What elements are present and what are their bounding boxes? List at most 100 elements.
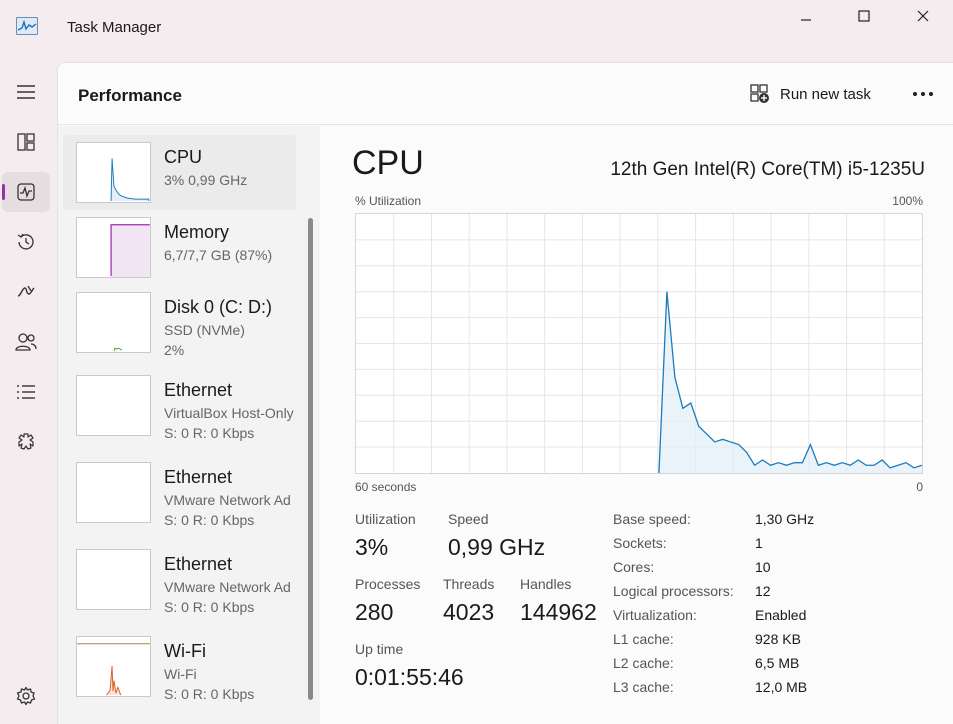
nav-app-history[interactable] (2, 222, 50, 262)
detail-title: CPU (352, 144, 424, 182)
task-manager-app-icon (16, 17, 38, 35)
page-title: Performance (78, 86, 182, 105)
nav-processes[interactable] (2, 122, 50, 162)
resource-item-memory[interactable]: Memory 6,7/7,7 GB (87%) (63, 210, 296, 285)
uptime-label: Up time (355, 641, 404, 657)
nav-performance[interactable] (2, 172, 50, 212)
processes-icon (17, 133, 35, 151)
graph-grid (356, 214, 922, 473)
handles-value: 144962 (520, 599, 597, 625)
resource-name: Ethernet (164, 554, 233, 574)
resource-item-ethernet-1[interactable]: Ethernet VirtualBox Host-Only S: 0 R: 0 … (63, 372, 296, 447)
resource-name: Ethernet (164, 380, 233, 400)
resource-detail-2: S: 0 R: 0 Kbps (164, 599, 255, 615)
ethernet-thumbnail (76, 375, 151, 436)
resource-item-ethernet-3[interactable]: Ethernet VMware Network Ad S: 0 R: 0 Kbp… (63, 546, 296, 621)
users-icon (15, 333, 37, 351)
wifi-thumbnail (76, 636, 151, 697)
memory-thumbnail (76, 217, 151, 278)
maximize-icon (858, 10, 870, 22)
performance-icon (17, 183, 35, 201)
uptime-value: 0:01:55:46 (355, 664, 464, 690)
virtualization-value: Enabled (755, 607, 807, 623)
main-panel: Performance Run new task CPU 3% 0,99 GHz… (57, 62, 953, 724)
minimize-button[interactable] (783, 4, 829, 28)
resource-item-ethernet-2[interactable]: Ethernet VMware Network Ad S: 0 R: 0 Kbp… (63, 459, 296, 534)
resource-detail: SSD (NVMe) (164, 322, 245, 338)
l3-cache-label: L3 cache: (613, 679, 674, 695)
resource-detail: 3% 0,99 GHz (164, 172, 248, 188)
resource-name: Memory (164, 222, 230, 242)
settings-icon (16, 686, 36, 706)
utilization-value: 3% (355, 534, 389, 560)
resource-detail: 6,7/7,7 GB (87%) (164, 247, 273, 263)
resource-detail-2: S: 0 R: 0 Kbps (164, 425, 255, 441)
threads-value: 4023 (443, 599, 495, 625)
resource-name: Wi-Fi (164, 641, 206, 661)
logical-processors-value: 12 (755, 583, 771, 599)
handles-label: Handles (520, 576, 572, 592)
nav-settings[interactable] (2, 676, 50, 716)
processes-value: 280 (355, 599, 394, 625)
logical-processors-label: Logical processors: (613, 583, 734, 599)
hamburger-menu-icon (17, 85, 35, 99)
more-options-icon (913, 92, 933, 96)
graph-x-right-label: 0 (916, 480, 923, 494)
l3-cache-value: 12,0 MB (755, 679, 808, 695)
utilization-label: Utilization (355, 511, 416, 527)
nav-menu-toggle[interactable] (2, 72, 50, 112)
graph-y-label: % Utilization (355, 194, 422, 208)
sockets-label: Sockets: (613, 535, 667, 551)
resource-item-disk[interactable]: Disk 0 (C: D:) SSD (NVMe) 2% (63, 285, 296, 360)
cpu-thumbnail (76, 142, 151, 203)
app-history-icon (17, 233, 34, 250)
resource-name: Disk 0 (C: D:) (164, 297, 272, 317)
resource-detail: VMware Network Ad (164, 579, 291, 595)
threads-label: Threads (443, 576, 495, 592)
resource-detail-2: S: 0 R: 0 Kbps (164, 686, 255, 702)
processes-label: Processes (355, 576, 421, 592)
startup-apps-icon (17, 285, 35, 297)
resource-detail: VMware Network Ad (164, 492, 291, 508)
maximize-button[interactable] (841, 4, 887, 28)
disk-thumbnail (76, 292, 151, 353)
close-button[interactable] (900, 4, 946, 28)
title-bar[interactable]: Task Manager (0, 0, 953, 58)
nav-active-indicator (2, 184, 5, 200)
graph-x-left-label: 60 seconds (355, 480, 417, 494)
close-icon (917, 10, 929, 22)
list-scrollbar[interactable] (308, 218, 313, 700)
l2-cache-value: 6,5 MB (755, 655, 800, 671)
run-new-task-label: Run new task (780, 85, 871, 103)
resource-detail: Wi-Fi (164, 666, 197, 682)
l1-cache-value: 928 KB (755, 631, 801, 647)
nav-users[interactable] (2, 322, 50, 362)
utilization-area (658, 291, 922, 473)
resource-detail: VirtualBox Host-Only (164, 405, 294, 421)
speed-label: Speed (448, 511, 489, 527)
cpu-utilization-graph (355, 213, 923, 474)
sockets-value: 1 (755, 535, 763, 551)
services-icon (18, 433, 34, 450)
cpu-detail-panel: CPU 12th Gen Intel(R) Core(TM) i5-1235U … (334, 126, 953, 724)
virtualization-label: Virtualization: (613, 607, 697, 623)
resource-item-cpu[interactable]: CPU 3% 0,99 GHz (63, 135, 296, 210)
speed-value: 0,99 GHz (448, 534, 546, 560)
minimize-icon (801, 19, 811, 21)
resource-name: Ethernet (164, 467, 233, 487)
resource-name: CPU (164, 147, 203, 167)
nav-startup-apps[interactable] (2, 272, 50, 312)
base-speed-label: Base speed: (613, 511, 691, 527)
resource-item-wifi[interactable]: Wi-Fi Wi-Fi S: 0 R: 0 Kbps (63, 633, 296, 708)
cores-value: 10 (755, 559, 771, 575)
page-header: Performance Run new task (58, 63, 953, 125)
resource-detail-2: S: 0 R: 0 Kbps (164, 512, 255, 528)
nav-services[interactable] (2, 422, 50, 462)
more-options-button[interactable] (908, 81, 938, 107)
run-new-task-button[interactable]: Run new task (750, 81, 871, 107)
nav-details[interactable] (2, 372, 50, 412)
resource-detail-2: 2% (164, 342, 185, 358)
app-title: Task Manager (67, 19, 162, 36)
l2-cache-label: L2 cache: (613, 655, 674, 671)
run-new-task-icon (750, 84, 769, 103)
